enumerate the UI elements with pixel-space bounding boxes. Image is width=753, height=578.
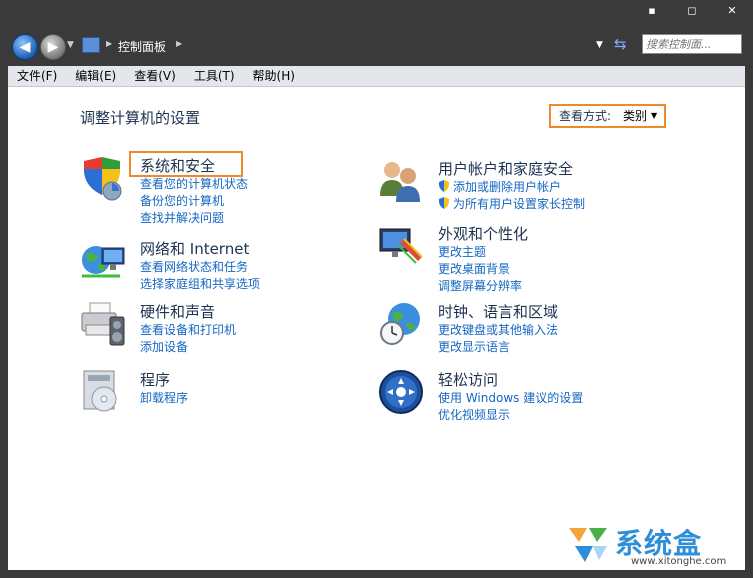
uac-shield-icon [439,197,449,209]
address-dropdown-icon[interactable]: ▼ [596,40,603,50]
link-uninstall-program[interactable]: 卸载程序 [140,390,188,407]
link-add-remove-accounts[interactable]: 添加或删除用户帐户 [438,179,585,196]
search-input[interactable] [646,36,736,52]
ease-of-access-icon[interactable] [378,369,424,415]
category-title[interactable]: 外观和个性化 [438,223,528,244]
maximize-button[interactable]: ◻ [685,4,699,17]
forward-button[interactable]: ▶ [40,34,66,60]
back-button[interactable]: ◀ [12,34,38,60]
view-by-label: 查看方式: [559,109,612,123]
category-title[interactable]: 网络和 Internet [140,238,249,259]
forward-arrow-icon: ▶ [47,39,59,55]
shield-icon[interactable] [80,155,126,201]
menu-bar: 文件(F) 编辑(E) 查看(V) 工具(T) 帮助(H) [8,66,745,87]
link-troubleshoot[interactable]: 查找并解决问题 [140,210,248,227]
category-title[interactable]: 硬件和声音 [140,301,215,322]
menu-file[interactable]: 文件(F) [8,66,66,86]
refresh-icon[interactable]: ⇆ [614,35,627,53]
recent-pages-dropdown-icon[interactable]: ▼ [67,40,74,50]
link-optimize-visual-display[interactable]: 优化视频显示 [438,407,583,424]
menu-help[interactable]: 帮助(H) [244,66,304,86]
view-by-selector[interactable]: 查看方式: 类别 ▼ [549,104,666,128]
close-button[interactable]: ✕ [725,4,739,17]
page-title: 调整计算机的设置 [80,109,201,127]
link-backup-computer[interactable]: 备份您的计算机 [140,193,248,210]
clock-globe-icon[interactable] [378,301,424,347]
category-title[interactable]: 时钟、语言和区域 [438,301,558,322]
menu-tools[interactable]: 工具(T) [185,66,244,86]
category-title[interactable]: 程序 [140,369,170,390]
category-title[interactable]: 轻松访问 [438,369,498,390]
link-change-display-language[interactable]: 更改显示语言 [438,339,558,356]
link-label: 为所有用户设置家长控制 [453,197,586,211]
search-box[interactable] [642,34,742,54]
link-screen-resolution[interactable]: 调整屏幕分辨率 [438,278,522,295]
address-bar: ◀ ▶ ▼ ▶ 控制面板 ▶ ▼ ⇆ [0,30,753,64]
users-icon[interactable] [378,158,424,204]
control-panel-icon [82,37,100,53]
programs-disc-icon[interactable] [80,369,126,415]
monitor-paint-icon[interactable] [378,223,424,269]
link-change-theme[interactable]: 更改主题 [438,244,522,261]
view-by-value[interactable]: 类别 [623,106,647,126]
link-label: 添加或删除用户帐户 [453,180,562,194]
watermark: 系统盒 www.xitonghe.com [565,520,745,570]
link-change-input-method[interactable]: 更改键盘或其他输入法 [438,322,558,339]
link-desktop-background[interactable]: 更改桌面背景 [438,261,522,278]
breadcrumb-chevron-icon[interactable]: ▶ [106,39,112,48]
back-arrow-icon: ◀ [19,39,31,55]
breadcrumb-chevron-icon[interactable]: ▶ [176,39,182,48]
menu-view[interactable]: 查看(V) [125,66,185,86]
category-title[interactable]: 系统和安全 [140,155,215,176]
category-title[interactable]: 用户帐户和家庭安全 [438,158,573,179]
link-recommended-settings[interactable]: 使用 Windows 建议的设置 [438,390,583,407]
link-homegroup-options[interactable]: 选择家庭组和共享选项 [140,276,260,293]
link-network-status[interactable]: 查看网络状态和任务 [140,259,260,276]
main-content: 调整计算机的设置 查看方式: 类别 ▼ 系统和安全 查看您的计算机状态 备份您的… [8,87,745,570]
chevron-down-icon[interactable]: ▼ [651,106,657,126]
menu-edit[interactable]: 编辑(E) [66,66,125,86]
breadcrumb-control-panel[interactable]: 控制面板 [118,38,166,55]
link-add-device[interactable]: 添加设备 [140,339,236,356]
window-frame: ▪ ◻ ✕ ◀ ▶ ▼ ▶ 控制面板 ▶ ▼ ⇆ 文件(F) 编辑(E) 查看(… [0,0,753,578]
watermark-url: www.xitonghe.com [631,556,727,567]
watermark-logo-icon [569,528,607,562]
link-devices-printers[interactable]: 查看设备和打印机 [140,322,236,339]
network-globe-icon[interactable] [80,238,126,284]
uac-shield-icon [439,180,449,192]
link-view-computer-status[interactable]: 查看您的计算机状态 [140,176,248,193]
minimize-button[interactable]: ▪ [645,4,659,17]
printer-icon[interactable] [80,301,126,347]
link-parental-controls[interactable]: 为所有用户设置家长控制 [438,196,585,213]
window-controls: ▪ ◻ ✕ [645,4,739,17]
